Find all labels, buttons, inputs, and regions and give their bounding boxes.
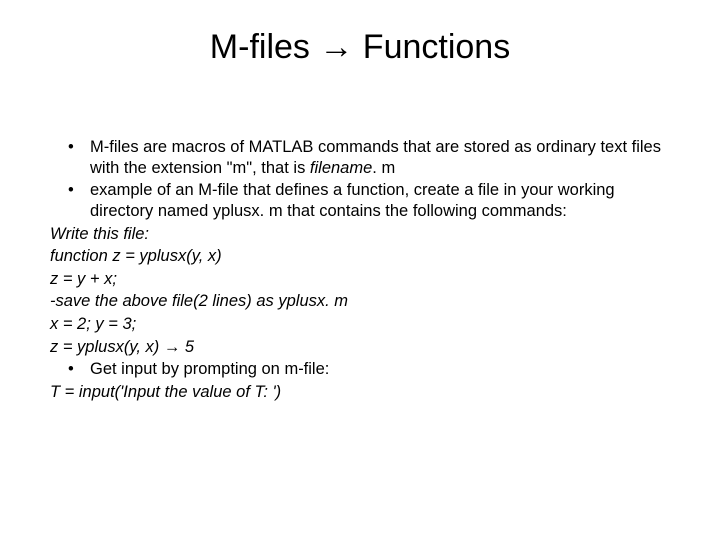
bullet-list-1: M-files are macros of MATLAB commands th… (50, 137, 670, 222)
line-call-post: 5 (180, 338, 194, 356)
bullet-3-text: Get input by prompting on m-file: (90, 360, 329, 378)
bullet-1: M-files are macros of MATLAB commands th… (50, 137, 670, 178)
arrow-icon: → (164, 338, 181, 356)
slide-title: M-files → Functions (50, 28, 670, 67)
bullet-2: example of an M-file that defines a func… (50, 180, 670, 221)
line-input: T = input('Input the value of T: ') (50, 382, 670, 403)
line-write: Write this file: (50, 224, 670, 245)
line-call: z = yplusx(y, x) → 5 (50, 337, 670, 358)
bullet-list-2: Get input by prompting on m-file: (50, 359, 670, 380)
slide: M-files → Functions M-files are macros o… (0, 0, 720, 540)
line-assign: z = y + x; (50, 269, 670, 290)
bullet-1-text-post: . m (372, 159, 395, 177)
bullet-3: Get input by prompting on m-file: (50, 359, 670, 380)
bullet-2-text: example of an M-file that defines a func… (90, 181, 615, 220)
line-call-pre: z = yplusx(y, x) (50, 338, 164, 356)
line-func: function z = yplusx(y, x) (50, 246, 670, 267)
bullet-1-filename: filename (310, 159, 372, 177)
slide-body: M-files are macros of MATLAB commands th… (50, 137, 670, 403)
line-save: -save the above file(2 lines) as yplusx.… (50, 291, 670, 312)
line-xy: x = 2; y = 3; (50, 314, 670, 335)
